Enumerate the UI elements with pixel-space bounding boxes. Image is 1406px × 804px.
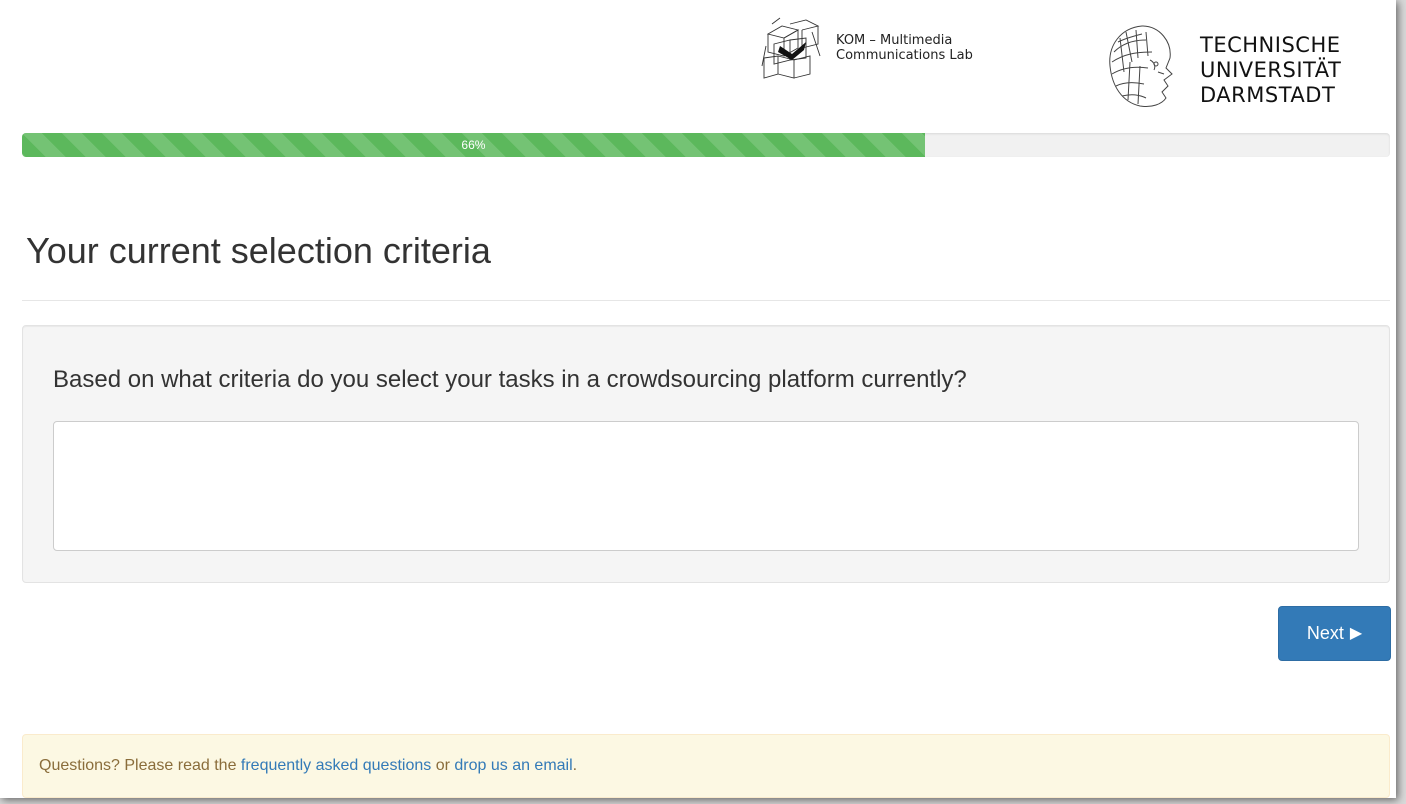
email-link[interactable]: drop us an email	[454, 757, 572, 774]
help-text-after: .	[572, 757, 578, 774]
play-triangle-icon: ▶	[1349, 624, 1363, 642]
tud-university-name: TECHNISCHE UNIVERSITÄT DARMSTADT	[1200, 33, 1341, 108]
question-label: Based on what criteria do you select you…	[53, 366, 967, 393]
survey-progress: 66%	[22, 133, 1390, 157]
help-text-before: Questions? Please read the	[39, 757, 241, 774]
kom-line-2: Communications Lab	[836, 48, 973, 63]
kom-cube-logo-icon	[761, 17, 821, 79]
next-button-label: Next	[1306, 623, 1344, 643]
athena-head-logo-icon	[1109, 25, 1173, 107]
help-text-middle: or	[431, 757, 455, 774]
next-button[interactable]: Next ▶	[1278, 606, 1391, 661]
tud-line-2: UNIVERSITÄT	[1200, 58, 1342, 82]
tud-line-3: DARMSTADT	[1200, 83, 1336, 107]
tud-line-1: TECHNISCHE	[1200, 33, 1341, 57]
survey-page: KOM – Multimedia Communications Lab TECH…	[0, 0, 1396, 798]
help-footer: Questions? Please read the frequently as…	[22, 734, 1390, 798]
progress-bar-fill: 66%	[22, 133, 925, 157]
page-title: Your current selection criteria	[26, 230, 491, 271]
title-divider	[22, 300, 1390, 301]
faq-link[interactable]: frequently asked questions	[241, 757, 431, 774]
kom-line-1: KOM – Multimedia	[836, 33, 953, 48]
question-panel: Based on what criteria do you select you…	[22, 325, 1390, 583]
answer-textarea[interactable]	[53, 421, 1359, 551]
kom-lab-name: KOM – Multimedia Communications Lab	[836, 33, 973, 63]
